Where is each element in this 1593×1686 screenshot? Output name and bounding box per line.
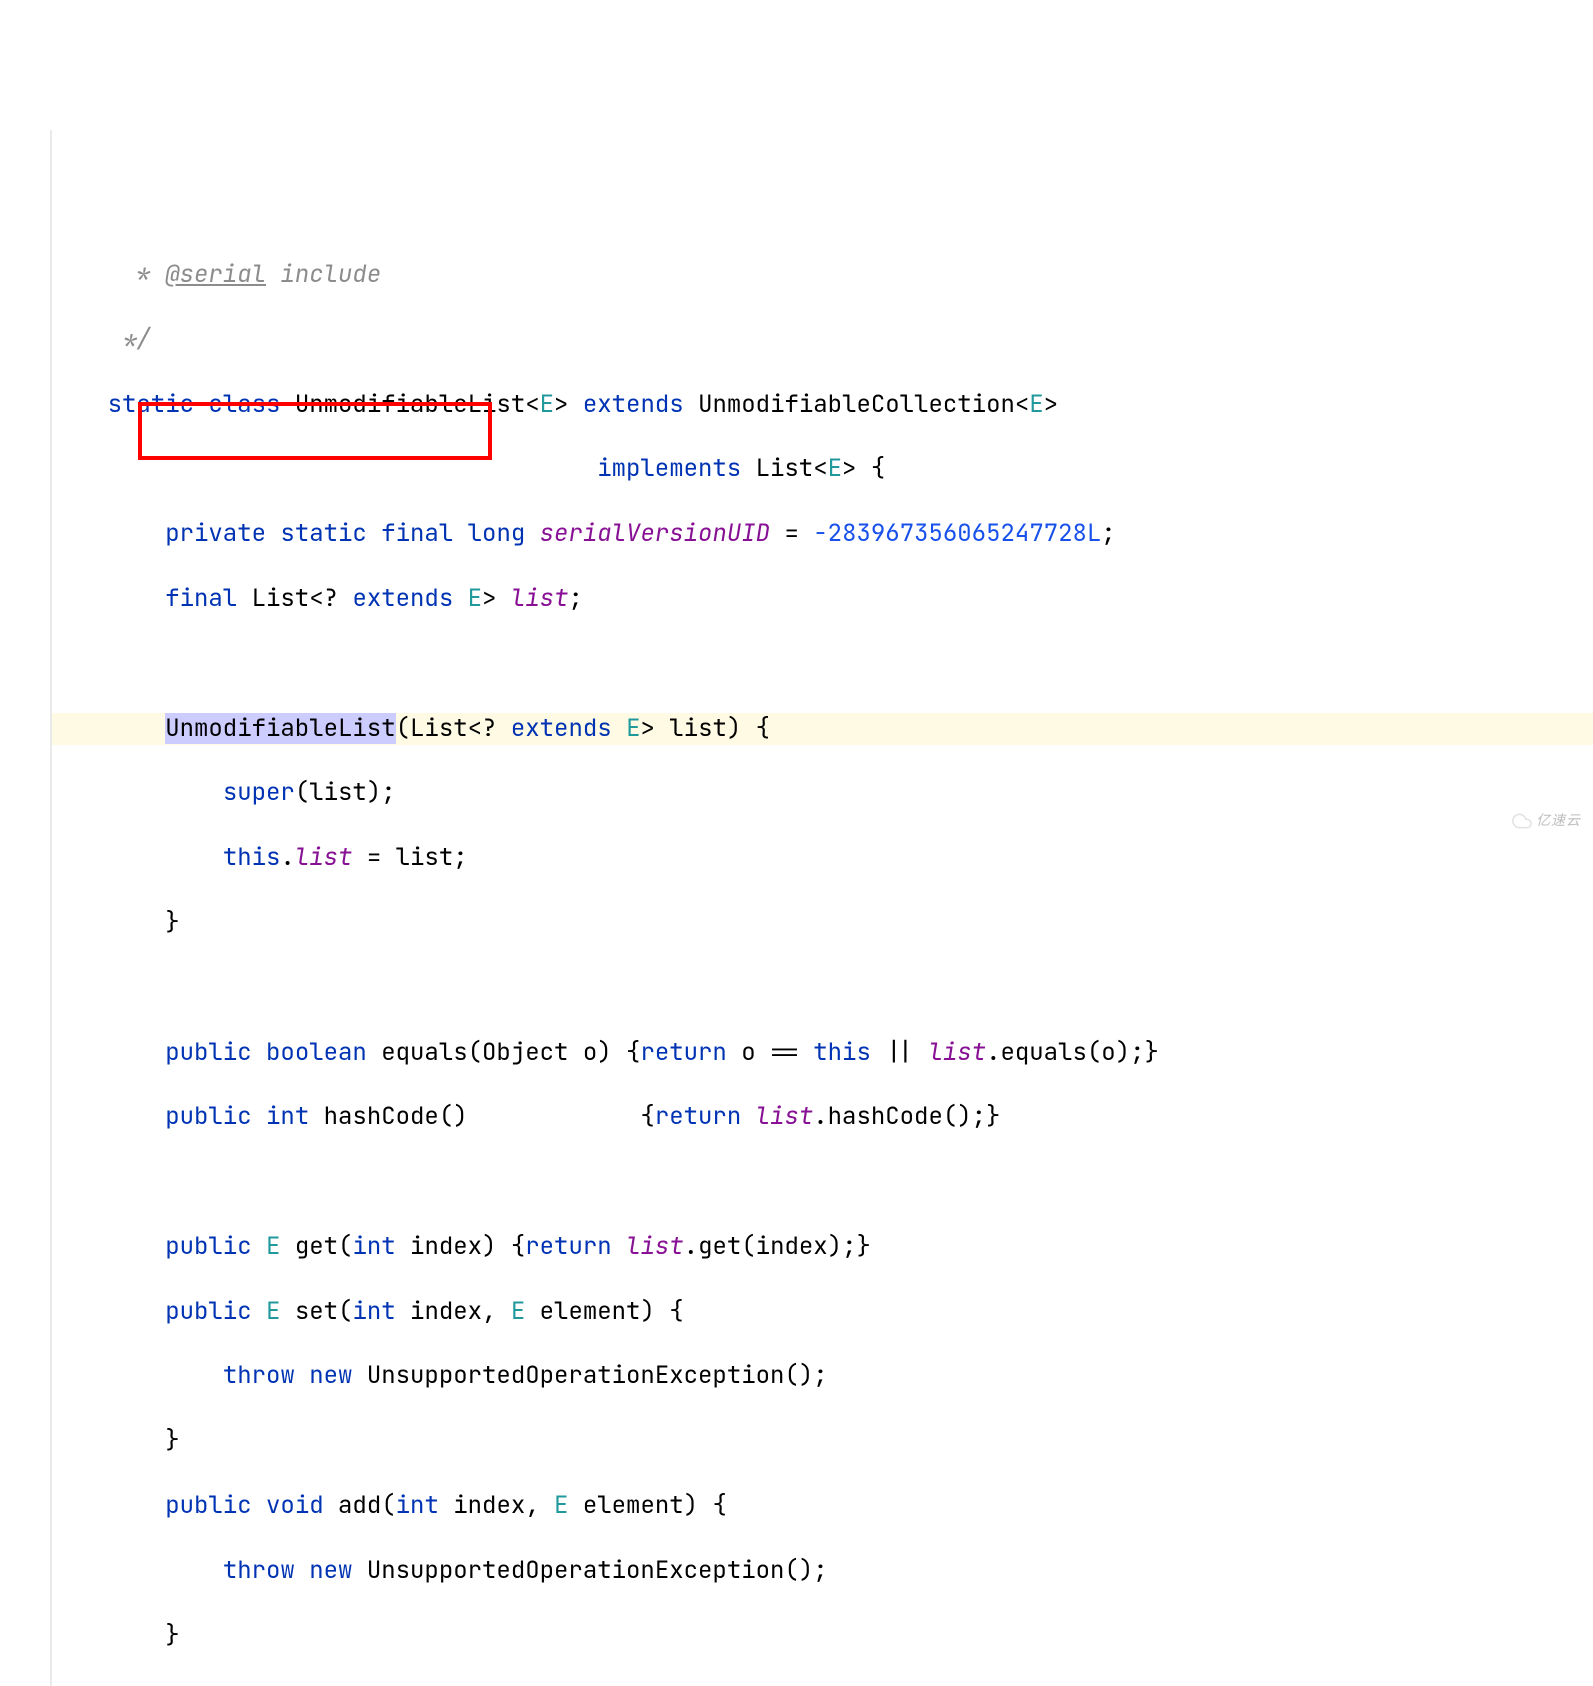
code-line: final List<? extends E> list; xyxy=(50,583,1593,615)
blank-line xyxy=(50,972,1593,1004)
code-editor[interactable]: * @serial include */ static class Unmodi… xyxy=(0,130,1593,1686)
watermark: 亿速云 xyxy=(1502,792,1581,831)
highlight-box-1 xyxy=(138,402,492,460)
indent-guide xyxy=(50,130,52,1686)
code-line: this.list = list; xyxy=(50,842,1593,874)
current-line: UnmodifiableList(List<? extends E> list)… xyxy=(50,713,1593,745)
code-line: } xyxy=(50,907,1593,939)
comment-line: */ xyxy=(50,324,1593,356)
blank-line xyxy=(50,1166,1593,1198)
cloud-icon xyxy=(1512,811,1532,831)
code-line: throw new UnsupportedOperationException(… xyxy=(50,1360,1593,1392)
code-line: public int hashCode() {return list.hashC… xyxy=(50,1101,1593,1133)
code-line: private static final long serialVersionU… xyxy=(50,518,1593,550)
code-line: public E get(int index) {return list.get… xyxy=(50,1231,1593,1263)
comment-line: * @serial include xyxy=(50,259,1593,291)
code-line: public void add(int index, E element) { xyxy=(50,1490,1593,1522)
code-line: public boolean equals(Object o) {return … xyxy=(50,1037,1593,1069)
code-line: throw new UnsupportedOperationException(… xyxy=(50,1555,1593,1587)
code-line: } xyxy=(50,1425,1593,1457)
code-line: public E remove(int index) { xyxy=(50,1684,1593,1686)
blank-line xyxy=(50,648,1593,680)
code-line: public E set(int index, E element) { xyxy=(50,1296,1593,1328)
code-line: super(list); xyxy=(50,777,1593,809)
code-line: } xyxy=(50,1620,1593,1652)
